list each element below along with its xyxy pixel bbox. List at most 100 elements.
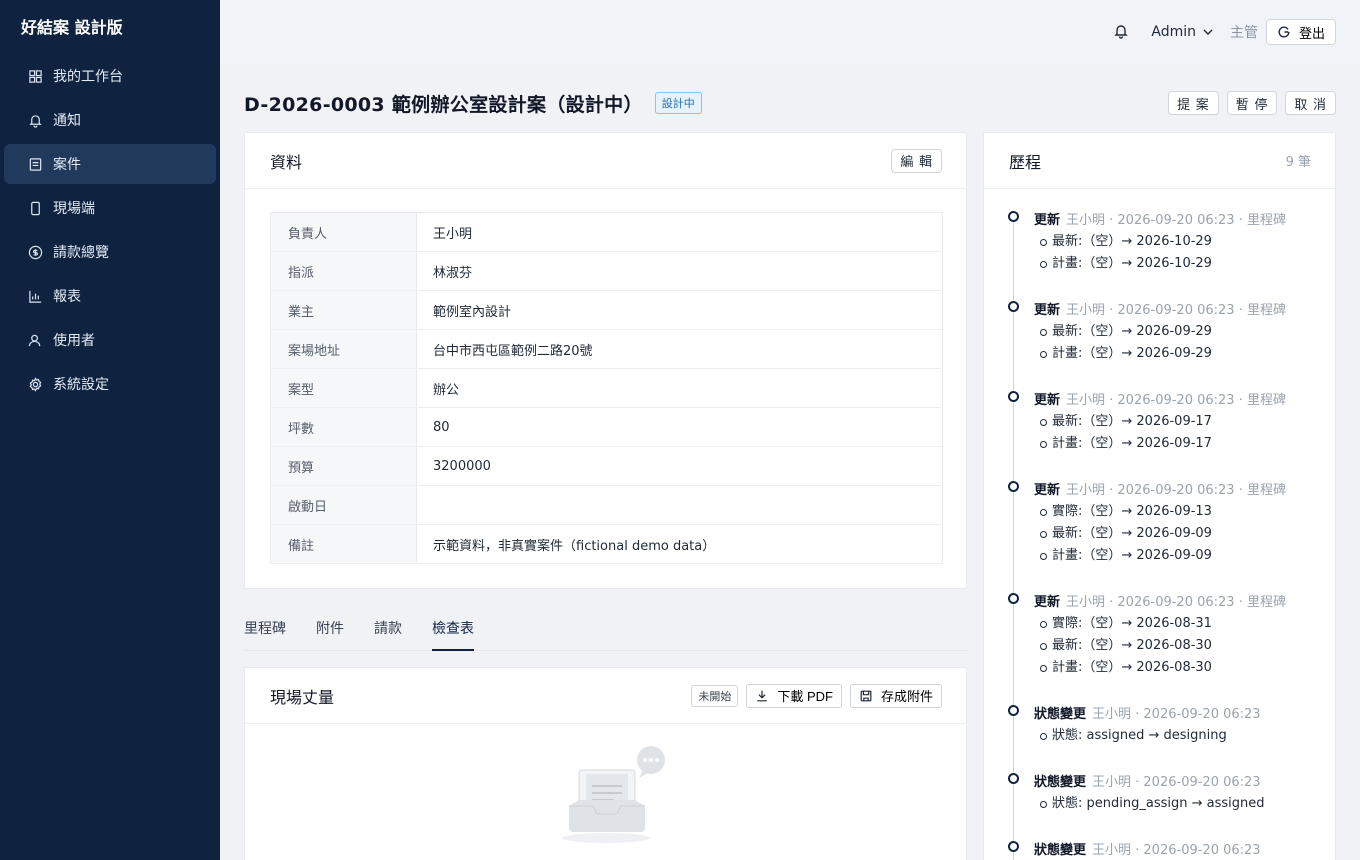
sidebar-nav: 我的工作台 通知 案件 現場端 請款總覽 報表 使用者 系統設定 xyxy=(0,56,220,404)
tab-billing[interactable]: 請款 xyxy=(374,606,402,651)
sidebar-item-label: 報表 xyxy=(53,289,81,305)
table-row: 負責人 王小明 xyxy=(270,212,943,252)
bell-icon xyxy=(27,112,43,128)
field-value: 範例室內設計 xyxy=(416,290,943,330)
entry-meta: 王小明 · 2026-09-20 06:23 xyxy=(1092,775,1261,790)
notifications-bell-icon[interactable] xyxy=(1113,23,1131,41)
document-icon xyxy=(27,156,43,172)
field-value: 3200000 xyxy=(416,446,943,486)
entry-meta: 王小明 · 2026-09-20 06:23 xyxy=(1092,707,1261,722)
tab-milestones[interactable]: 里程碑 xyxy=(244,606,286,651)
entry-change: 狀態: pending_assign → assigned xyxy=(1040,793,1265,815)
edit-button[interactable]: 編 輯 xyxy=(891,148,942,173)
timeline-dot xyxy=(1008,481,1019,492)
mobile-icon xyxy=(27,200,43,216)
timeline-dot xyxy=(1008,773,1019,784)
timeline-dot xyxy=(1008,593,1019,604)
sidebar-item-billing[interactable]: 請款總覽 xyxy=(4,232,216,272)
dollar-icon xyxy=(27,244,43,260)
entry-type: 更新 xyxy=(1034,213,1061,228)
sidebar-item-notifications[interactable]: 通知 xyxy=(4,100,216,140)
entry-change: 最新:（空）→ 2026-10-29 xyxy=(1040,231,1212,253)
save-attachment-button[interactable]: 存成附件 xyxy=(849,683,942,708)
field-label: 案場地址 xyxy=(270,329,417,369)
logout-label: 登出 xyxy=(1298,25,1325,41)
case-actions: 提 案 暫 停 取 消 xyxy=(1168,91,1336,115)
user-name: Admin xyxy=(1151,24,1196,40)
sidebar-item-label: 我的工作台 xyxy=(53,69,123,85)
timeline-dot xyxy=(1008,301,1019,312)
download-icon xyxy=(757,690,768,701)
timeline-dot xyxy=(1008,705,1019,716)
checklist-card-header: 現場丈量 未開始 下載 PDF 存成附件 xyxy=(245,668,966,724)
page-title: D-2026-0003 範例辦公室設計案（設計中） xyxy=(244,93,643,116)
save-attachment-label: 存成附件 xyxy=(880,689,933,704)
timeline-dot xyxy=(1008,211,1019,222)
table-row: 業主 範例室內設計 xyxy=(270,290,943,330)
entry-meta: 王小明 · 2026-09-20 06:23 · 里程碑 xyxy=(1066,393,1286,408)
sidebar-item-users[interactable]: 使用者 xyxy=(4,320,216,360)
sidebar-item-label: 通知 xyxy=(53,113,81,129)
entry-type: 更新 xyxy=(1034,595,1061,610)
user-role: 主管 xyxy=(1229,25,1258,41)
google-icon xyxy=(1278,26,1290,38)
timeline-dot xyxy=(1008,391,1019,402)
field-value: 林淑芬 xyxy=(416,251,943,291)
user-menu[interactable]: Admin xyxy=(1151,24,1214,40)
app-brand: 好結案 設計版 xyxy=(21,18,123,37)
grid-icon xyxy=(27,68,43,84)
table-row: 指派 林淑芬 xyxy=(270,251,943,291)
entry-meta: 王小明 · 2026-09-20 06:23 xyxy=(1092,843,1261,858)
entry-change: 狀態: assigned → designing xyxy=(1040,725,1227,747)
tab-checklist[interactable]: 檢查表 xyxy=(432,606,474,651)
entry-type: 更新 xyxy=(1034,483,1061,498)
entry-change: 計畫:（空）→ 2026-10-29 xyxy=(1040,253,1212,275)
logout-button[interactable]: 登出 xyxy=(1265,19,1336,45)
sidebar-item-label: 現場端 xyxy=(53,201,95,217)
field-label: 業主 xyxy=(270,290,417,330)
top-bar: Admin 主管 登出 xyxy=(220,0,1360,64)
entry-change: 最新:（空）→ 2026-08-30 xyxy=(1040,635,1212,657)
propose-button[interactable]: 提 案 xyxy=(1168,91,1219,115)
empty-inbox-illustration xyxy=(562,746,665,843)
field-value: 台中市西屯區範例二路20號 xyxy=(416,329,943,369)
title-row: D-2026-0003 範例辦公室設計案（設計中） 設計中 提 案 暫 停 取 … xyxy=(244,86,1336,120)
sidebar-item-workbench[interactable]: 我的工作台 xyxy=(4,56,216,96)
field-label: 備註 xyxy=(270,524,417,564)
sidebar-item-label: 系統設定 xyxy=(53,377,109,393)
checklist-card: 現場丈量 未開始 下載 PDF 存成附件 xyxy=(244,667,967,860)
cancel-button[interactable]: 取 消 xyxy=(1285,91,1336,115)
sidebar-item-label: 請款總覽 xyxy=(53,245,109,261)
sidebar-item-settings[interactable]: 系統設定 xyxy=(4,364,216,404)
download-pdf-label: 下載 PDF xyxy=(777,689,833,704)
entry-meta: 王小明 · 2026-09-20 06:23 · 里程碑 xyxy=(1066,595,1286,610)
field-label: 指派 xyxy=(270,251,417,291)
download-pdf-button[interactable]: 下載 PDF xyxy=(746,683,842,708)
sidebar-item-label: 案件 xyxy=(53,157,81,173)
field-value: 80 xyxy=(416,407,943,447)
sidebar-item-label: 使用者 xyxy=(53,333,95,349)
tab-attachments[interactable]: 附件 xyxy=(316,606,344,651)
entry-change: 計畫:（空）→ 2026-08-30 xyxy=(1040,657,1212,679)
table-row: 備註 示範資料，非真實案件（fictional demo data） xyxy=(270,524,943,564)
field-label: 案型 xyxy=(270,368,417,408)
sidebar-item-field[interactable]: 現場端 xyxy=(4,188,216,228)
field-label: 負責人 xyxy=(270,212,417,252)
entry-change: 實際:（空）→ 2026-08-31 xyxy=(1040,613,1212,635)
entry-change: 計畫:（空）→ 2026-09-09 xyxy=(1040,545,1212,567)
case-tabs: 里程碑 附件 請款 檢查表 xyxy=(244,606,967,651)
entry-change: 計畫:（空）→ 2026-09-17 xyxy=(1040,433,1212,455)
history-card-header: 歷程 9 筆 xyxy=(984,133,1335,189)
history-card: 歷程 9 筆 更新 王小明 · 2026-09-20 06:23 · 里程碑 最新… xyxy=(983,132,1336,860)
history-count: 9 筆 xyxy=(1285,155,1311,170)
entry-change: 最新:（空）→ 2026-09-09 xyxy=(1040,523,1212,545)
gear-icon xyxy=(27,376,43,392)
sidebar-item-reports[interactable]: 報表 xyxy=(4,276,216,316)
checklist-title: 現場丈量 xyxy=(270,687,335,707)
sidebar-item-cases[interactable]: 案件 xyxy=(4,144,216,184)
entry-change: 最新:（空）→ 2026-09-17 xyxy=(1040,411,1212,433)
info-card-header: 資料 編 輯 xyxy=(245,133,966,189)
entry-type: 狀態變更 xyxy=(1034,707,1087,722)
field-label: 坪數 xyxy=(270,407,417,447)
pause-button[interactable]: 暫 停 xyxy=(1226,91,1278,115)
